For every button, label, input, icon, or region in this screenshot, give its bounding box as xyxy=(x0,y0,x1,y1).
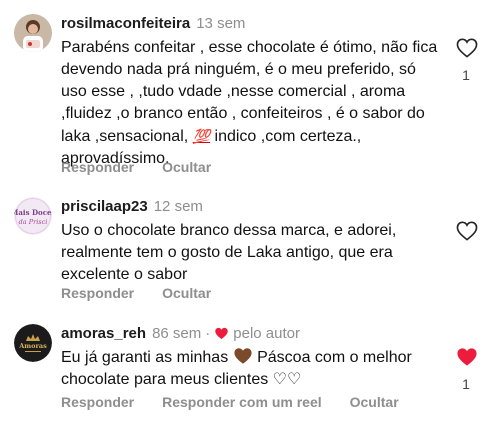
username[interactable]: priscilaap23 xyxy=(61,198,148,215)
reply-button[interactable]: Responder xyxy=(61,159,134,175)
comment-time: 13 sem xyxy=(196,15,246,32)
comment-actions: Responder Ocultar xyxy=(61,284,239,302)
like-count: 1 xyxy=(462,376,470,392)
avatar-brand-text: Amoras xyxy=(18,342,47,350)
username[interactable]: rosilmaconfeiteira xyxy=(61,15,190,32)
comment-time: 86 sem xyxy=(152,325,202,342)
avatar[interactable] xyxy=(14,14,52,52)
comment-time: 12 sem xyxy=(153,198,203,215)
comment-item: rosilmaconfeiteira 13 sem Parabéns confei… xyxy=(0,0,500,180)
comment-text: Parabéns confeitar , esse chocolate é ót… xyxy=(61,37,441,170)
heart-filled-icon[interactable] xyxy=(456,347,478,367)
username[interactable]: amoras_reh xyxy=(61,325,146,342)
reply-button[interactable]: Responder xyxy=(61,394,134,410)
hundred-emoji-icon: 💯 xyxy=(192,128,211,144)
comment-header: amoras_reh 86 sem · pelo autor xyxy=(61,325,300,343)
comment-actions: Responder Ocultar xyxy=(61,158,239,176)
avatar[interactable]: Amoras xyxy=(14,324,52,362)
comment-text-part: Eu já garanti as minhas xyxy=(61,349,233,366)
hide-button[interactable]: Ocultar xyxy=(162,159,211,175)
like-count: 1 xyxy=(462,67,470,83)
hide-button[interactable]: Ocultar xyxy=(162,285,211,301)
heart-outline-icon[interactable] xyxy=(456,38,478,58)
avatar-brand-text: Mais Doces xyxy=(14,208,52,217)
comment-header: rosilmaconfeiteira 13 sem xyxy=(61,15,245,33)
brown-heart-icon xyxy=(234,348,252,364)
separator-dot: · xyxy=(205,325,211,342)
reply-with-reel-button[interactable]: Responder com um reel xyxy=(162,394,322,410)
comment-actions: Responder Responder com um reel Ocultar xyxy=(61,393,427,411)
reply-button[interactable]: Responder xyxy=(61,285,134,301)
heart-outline-icon[interactable] xyxy=(456,221,478,241)
comment-header: priscilaap23 12 sem xyxy=(61,198,203,216)
avatar[interactable]: Mais Doces da Prisci xyxy=(14,197,52,235)
avatar-brand-text: da Prisci xyxy=(19,218,48,226)
comment-text: Eu já garanti as minhas Páscoa com o mel… xyxy=(61,347,446,391)
hide-button[interactable]: Ocultar xyxy=(350,394,399,410)
author-heart-icon xyxy=(215,327,228,340)
comment-text: Uso o chocolate branco dessa marca, e ad… xyxy=(61,222,397,283)
author-badge: pelo autor xyxy=(233,325,300,342)
